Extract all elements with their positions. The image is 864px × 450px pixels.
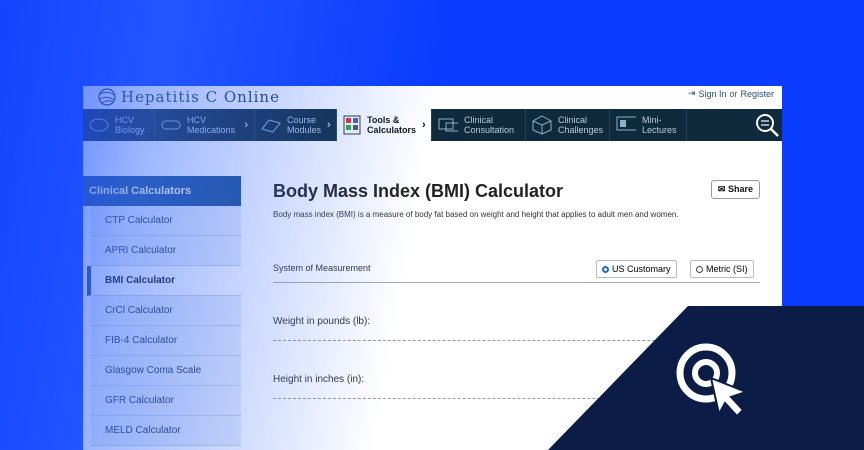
main-content: Body Mass Index (BMI) Calculator ✉ Share… — [273, 176, 763, 399]
nav-label: Clinical Challenges — [558, 115, 604, 135]
pills-icon — [161, 115, 181, 135]
search-icon[interactable] — [754, 112, 780, 138]
globe-logo-icon — [98, 88, 116, 106]
chevron-right-icon: › — [422, 119, 426, 131]
nav-label: Tools & Calculators — [367, 115, 417, 135]
sign-in-register: ⇥ Sign In or Register — [688, 88, 774, 99]
browser-window: Hepatitis C Online ⇥ Sign In or Register… — [83, 86, 782, 450]
share-label: Share — [727, 184, 753, 194]
nav-label: Clinical Consultation — [464, 115, 515, 135]
sidebar-item-ctp[interactable]: CTP Calculator — [91, 206, 241, 236]
page-title: Body Mass Index (BMI) Calculator — [273, 181, 564, 201]
nav-hcv-medications[interactable]: HCV Medications › — [155, 109, 255, 141]
metric-option[interactable]: Metric (SI) — [690, 260, 754, 278]
nav-tools-calculators[interactable]: Tools & Calculators › — [337, 109, 432, 141]
page-description: Body mass index (BMI) is a measure of bo… — [273, 210, 679, 219]
nav-label: HCV Medications — [187, 115, 236, 135]
chevron-right-icon: › — [327, 119, 331, 131]
sidebar-item-bmi[interactable]: BMI Calculator — [87, 266, 241, 296]
register-link[interactable]: Register — [740, 89, 774, 99]
nav-label: Course Modules — [287, 115, 322, 135]
sidebar-heading: Clinical Calculators — [83, 176, 241, 206]
sidebar-item-glasgow[interactable]: Glasgow Coma Scale — [91, 356, 241, 386]
us-customary-option[interactable]: US Customary — [596, 260, 677, 278]
measurement-system-row: System of Measurement US Customary Metri… — [273, 258, 760, 283]
sidebar: Clinical Calculators CTP Calculator APRI… — [83, 176, 241, 446]
chat-icon — [438, 115, 458, 135]
us-customary-label: US Customary — [612, 264, 671, 274]
metric-label: Metric (SI) — [706, 264, 748, 274]
sidebar-item-fib4[interactable]: FIB-4 Calculator — [91, 326, 241, 356]
sidebar-item-gfr[interactable]: GFR Calculator — [91, 386, 241, 416]
sidebar-item-meld[interactable]: MELD Calculator — [91, 416, 241, 446]
weight-field[interactable]: Weight in pounds (lb): — [273, 312, 760, 341]
presentation-icon — [616, 115, 636, 135]
nav-label: HCV Biology — [115, 115, 145, 135]
sidebar-item-crcl[interactable]: CrCl Calculator — [91, 296, 241, 326]
nav-hcv-biology[interactable]: HCV Biology — [83, 109, 155, 141]
weight-label: Weight in pounds (lb): — [273, 316, 371, 327]
nav-clinical-challenges[interactable]: Clinical Challenges — [526, 109, 610, 141]
book-icon — [261, 115, 281, 135]
or-text: or — [729, 88, 738, 99]
site-logo[interactable]: Hepatitis C Online — [97, 86, 280, 108]
nav-clinical-consultation[interactable]: Clinical Consultation — [432, 109, 526, 141]
radio-selected-icon — [602, 265, 609, 273]
top-bar: Hepatitis C Online ⇥ Sign In or Register — [83, 86, 782, 109]
nav-label: Mini-Lectures — [642, 115, 677, 135]
calculator-icon — [343, 115, 361, 135]
height-field[interactable]: Height in inches (in): — [273, 370, 760, 399]
share-button[interactable]: ✉ Share — [710, 180, 760, 199]
chevron-right-icon: › — [244, 119, 248, 131]
envelope-icon: ✉ — [717, 184, 726, 194]
sidebar-item-apri[interactable]: APRI Calculator — [91, 236, 241, 266]
main-nav: HCV Biology HCV Medications › Course Mod… — [83, 109, 782, 141]
logo-text: Hepatitis C Online — [121, 88, 280, 106]
sign-in-link[interactable]: Sign In — [698, 89, 726, 99]
liver-icon — [89, 115, 109, 135]
sign-in-icon: ⇥ — [687, 88, 696, 98]
measurement-system-label: System of Measurement — [273, 263, 371, 273]
nav-course-modules[interactable]: Course Modules › — [255, 109, 337, 141]
radio-unselected-icon — [696, 265, 703, 273]
nav-mini-lectures[interactable]: Mini-Lectures — [610, 109, 687, 141]
height-label: Height in inches (in): — [273, 374, 365, 385]
cube-icon — [532, 115, 552, 135]
